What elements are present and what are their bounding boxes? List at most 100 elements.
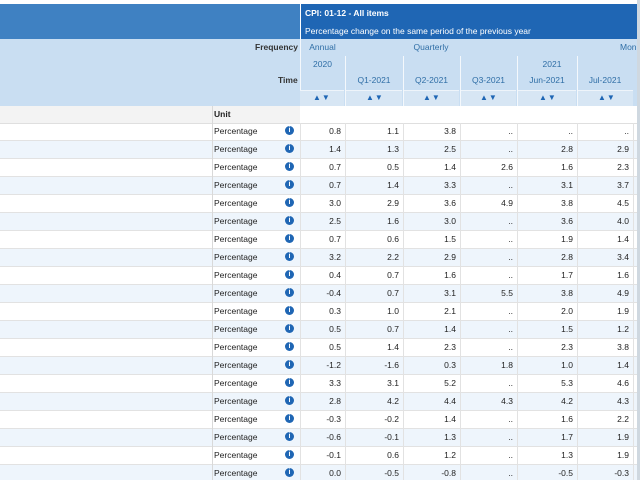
value-cell: 4.2 [387, 396, 399, 406]
value-cell: 4.9 [501, 198, 513, 208]
value-cell: .. [508, 432, 513, 442]
value-cell: 1.9 [617, 450, 629, 460]
info-icon[interactable]: i [285, 342, 294, 351]
value-cell: 2.0 [561, 306, 573, 316]
value-cell: .. [508, 342, 513, 352]
value-cell: 4.5 [617, 198, 629, 208]
value-cell: 0.7 [329, 180, 341, 190]
unit-cell: Percentage [214, 306, 258, 316]
value-cell: .. [508, 126, 513, 136]
value-cell: 1.5 [444, 234, 456, 244]
unit-cell: Percentage [214, 324, 258, 334]
unit-cell: Percentage [214, 162, 258, 172]
value-cell: 1.4 [444, 162, 456, 172]
unit-cell: Percentage [214, 378, 258, 388]
value-cell: 2.9 [444, 252, 456, 262]
value-cell: 1.4 [617, 234, 629, 244]
sort-arrows-icon[interactable]: ▲▼ [313, 93, 331, 102]
measure-title[interactable]: Percentage change on the same period of … [301, 22, 640, 40]
value-cell: 3.1 [561, 180, 573, 190]
info-icon[interactable]: i [285, 126, 294, 135]
value-cell: 1.3 [561, 450, 573, 460]
value-cell: 4.3 [501, 396, 513, 406]
value-cell: 3.3 [444, 180, 456, 190]
table-row: Percentage i 0.5 1.4 2.3.. 2.3 3.8 [0, 339, 640, 357]
value-cell: 2.6 [501, 162, 513, 172]
table-row: Percentage i 0.0 -0.5 -0.8.. -0.5 -0.3 [0, 465, 640, 480]
info-icon[interactable]: i [285, 468, 294, 477]
value-cell: 1.6 [617, 270, 629, 280]
sort-arrows-icon[interactable]: ▲▼ [423, 93, 441, 102]
value-cell: -1.2 [326, 360, 341, 370]
info-icon[interactable]: i [285, 360, 294, 369]
value-cell: -0.2 [384, 414, 399, 424]
value-cell: -0.6 [326, 432, 341, 442]
value-cell: 0.5 [329, 342, 341, 352]
info-icon[interactable]: i [285, 378, 294, 387]
unit-cell: Percentage [214, 234, 258, 244]
value-cell: 4.6 [617, 378, 629, 388]
unit-header-row: Unit [0, 106, 640, 124]
value-cell: 0.0 [329, 468, 341, 478]
value-cell: 2.8 [561, 252, 573, 262]
data-rows: Percentage i 0.8 1.1 3.8...... Percentage i 1.4… [0, 123, 640, 480]
info-icon[interactable]: i [285, 252, 294, 261]
value-cell: -0.3 [614, 468, 629, 478]
value-cell: 2.8 [329, 396, 341, 406]
value-cell: .. [508, 216, 513, 226]
sort-arrows-icon[interactable]: ▲▼ [480, 93, 498, 102]
info-icon[interactable]: i [285, 162, 294, 171]
info-icon[interactable]: i [285, 324, 294, 333]
info-icon[interactable]: i [285, 414, 294, 423]
info-icon[interactable]: i [285, 432, 294, 441]
info-icon[interactable]: i [285, 144, 294, 153]
table-row: Percentage i 0.7 0.5 1.4 2.6 1.6 2.3 [0, 159, 640, 177]
info-icon[interactable]: i [285, 270, 294, 279]
unit-cell: Percentage [214, 252, 258, 262]
unit-cell: Percentage [214, 396, 258, 406]
table-row: Percentage i 0.3 1.0 2.1.. 2.0 1.9 [0, 303, 640, 321]
value-cell: 1.4 [444, 414, 456, 424]
value-cell: 5.3 [561, 378, 573, 388]
value-cell: 3.1 [387, 378, 399, 388]
unit-cell: Percentage [214, 198, 258, 208]
sort-arrows-icon[interactable]: ▲▼ [366, 93, 384, 102]
frequency-annual: Annual [309, 42, 336, 52]
value-cell: 1.7 [561, 432, 573, 442]
info-icon[interactable]: i [285, 234, 294, 243]
info-icon[interactable]: i [285, 396, 294, 405]
value-cell: 1.4 [617, 360, 629, 370]
value-cell: 1.6 [561, 162, 573, 172]
frequency-label: Frequency [255, 42, 298, 52]
info-icon[interactable]: i [285, 306, 294, 315]
dataset-title[interactable]: CPI: 01-12 - All items [301, 4, 640, 22]
value-cell: 1.6 [561, 414, 573, 424]
info-icon[interactable]: i [285, 450, 294, 459]
value-cell: 2.5 [444, 144, 456, 154]
value-cell: 0.7 [329, 162, 341, 172]
sort-arrows-icon[interactable]: ▲▼ [539, 93, 557, 102]
sort-arrows-icon[interactable]: ▲▼ [598, 93, 616, 102]
value-cell: -0.3 [326, 414, 341, 424]
table-row: Percentage i -1.2 -1.6 0.3 1.8 1.0 1.4 [0, 357, 640, 375]
unit-cell: Percentage [214, 468, 258, 478]
value-cell: 1.4 [329, 144, 341, 154]
table-row: Percentage i 1.4 1.3 2.5.. 2.8 2.9 [0, 141, 640, 159]
value-cell: 4.9 [617, 288, 629, 298]
value-cell: 0.5 [387, 162, 399, 172]
unit-cell: Percentage [214, 216, 258, 226]
period-jul-2021: Jul-2021 [588, 75, 622, 85]
info-icon[interactable]: i [285, 288, 294, 297]
value-cell: 3.1 [444, 288, 456, 298]
value-cell: 2.3 [561, 342, 573, 352]
info-icon[interactable]: i [285, 216, 294, 225]
value-cell: 0.7 [387, 270, 399, 280]
value-cell: -0.5 [384, 468, 399, 478]
value-cell: 3.6 [444, 198, 456, 208]
value-cell: 3.2 [329, 252, 341, 262]
value-cell: 0.3 [444, 360, 456, 370]
info-icon[interactable]: i [285, 198, 294, 207]
info-icon[interactable]: i [285, 180, 294, 189]
value-cell: 4.4 [444, 396, 456, 406]
value-cell: .. [508, 270, 513, 280]
